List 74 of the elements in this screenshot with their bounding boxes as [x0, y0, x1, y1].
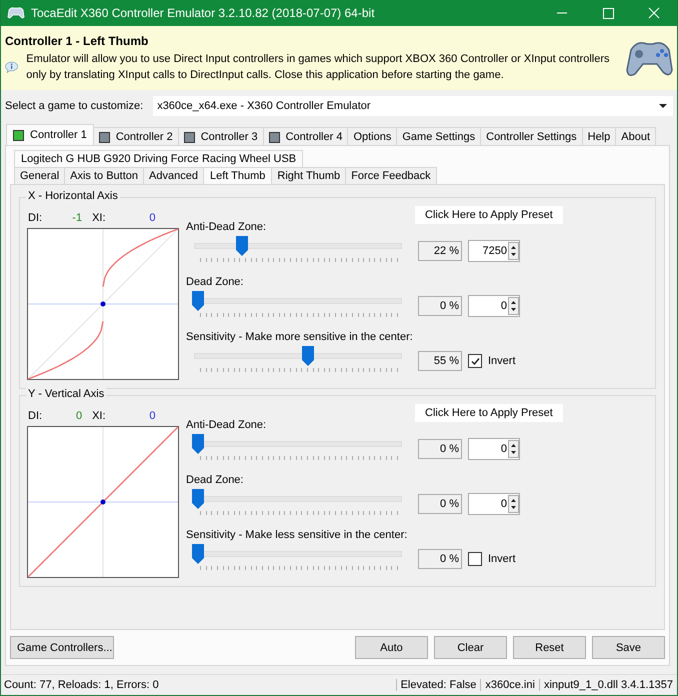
settings-tab[interactable]: Advanced [143, 167, 204, 184]
apply-preset-button[interactable]: Click Here to Apply Preset [415, 404, 563, 422]
slider-label: Sensitivity - Make more sensitive in the center: [186, 330, 413, 343]
header-message: Emulator will allow you to use Direct Input controllers in games which support XBOX 360 Controller or XInput controllers only by translating XInput calls to DirectInput calls. Close this application before starting the game. [26, 52, 610, 83]
di-value: -1 [71, 212, 82, 226]
status-section: xinput9_1_0.dll 3.4.1.1357 [538, 679, 677, 691]
invert-label: Invert [488, 553, 516, 566]
action-button[interactable]: Auto [355, 636, 428, 659]
slider-label: Dead Zone: [186, 472, 244, 486]
apply-preset-button[interactable]: Click Here to Apply Preset [415, 206, 563, 224]
slider-label: Anti-Dead Zone: [186, 220, 266, 233]
invert-checkbox[interactable] [468, 552, 482, 566]
slider-thumb[interactable] [192, 291, 204, 312]
value-spinner[interactable]: 0 [468, 295, 520, 318]
spinner-arrows-icon [508, 297, 519, 316]
di-value: 0 [74, 410, 82, 424]
settings-tab[interactable]: General [14, 167, 66, 184]
xi-label: XI: [92, 212, 106, 226]
game-select-label: Select a game to customize: [5, 100, 144, 112]
xi-value: 0 [148, 410, 156, 424]
controller-tab[interactable]: Controller 3 [178, 127, 264, 145]
controller-tab[interactable]: About [615, 127, 656, 145]
action-button[interactable]: Clear [434, 636, 507, 659]
slider-thumb[interactable] [192, 489, 204, 510]
settings-tab[interactable]: Axis to Button [64, 167, 144, 184]
slider-thumb[interactable] [192, 544, 204, 564]
controller-tab[interactable]: Options [347, 127, 398, 145]
slider-label: Dead Zone: [186, 274, 244, 288]
status-section: Elevated: False [396, 679, 480, 691]
percent-field: 22 % [418, 241, 462, 262]
device-tab[interactable]: Logitech G HUB G920 Driving Force Racing Wheel USB [14, 150, 304, 167]
game-controllers-button[interactable]: Game Controllers... [10, 636, 114, 659]
slider-thumb[interactable] [236, 236, 248, 256]
gamepad-icon [7, 6, 25, 20]
percent-field: 0 % [418, 494, 462, 514]
caret-icon [659, 104, 667, 108]
value-spinner[interactable]: 0 [468, 438, 520, 460]
spinner-arrows-icon [508, 495, 519, 514]
controller-tab[interactable]: Game Settings [396, 127, 482, 145]
value-spinner[interactable]: 0 [468, 493, 520, 516]
settings-tab[interactable]: Force Feedback [345, 167, 437, 184]
percent-field: 0 % [418, 296, 462, 316]
di-label: DI: [28, 410, 42, 424]
controller-tab[interactable]: Controller 4 [262, 127, 348, 145]
status-section: x360ce.ini [480, 679, 539, 691]
controller-tab[interactable]: Controller 2 [92, 127, 179, 145]
value-spinner[interactable]: 7250 [468, 240, 520, 262]
invert-label: Invert [488, 355, 516, 368]
spinner-arrows-icon [508, 440, 519, 458]
di-label: DI: [28, 212, 42, 226]
window-title: TocaEdit X360 Controller Emulator 3.2.10.82 (2018-07-07) 64-bit [31, 6, 376, 20]
game-select-dropdown[interactable]: x360ce_x64.exe - X360 Controller Emulator [153, 96, 673, 116]
slider-label: Sensitivity - Make less sensitive in the center: [186, 528, 408, 541]
controller-tab[interactable]: Help [582, 127, 616, 145]
slider-label: Anti-Dead Zone: [186, 418, 266, 431]
percent-field: 0 % [418, 439, 462, 460]
spinner-arrows-icon [508, 242, 519, 260]
xi-value: 0 [148, 212, 156, 226]
status-text: Count: 77, Reloads: 1, Errors: 0 [3, 679, 160, 691]
controller-tab[interactable]: Controller 1 [6, 124, 94, 145]
header-title: Controller 1 - Left Thumb [5, 34, 150, 48]
slider-thumb[interactable] [302, 346, 314, 366]
action-button[interactable]: Reset [513, 636, 586, 659]
percent-field: 55 % [418, 351, 462, 372]
settings-tab[interactable]: Right Thumb [271, 167, 346, 184]
invert-checkbox[interactable] [468, 354, 482, 368]
xi-label: XI: [92, 410, 106, 424]
percent-field: 0 % [418, 549, 462, 570]
slider-thumb[interactable] [192, 434, 204, 454]
checkmark-icon [470, 356, 480, 367]
action-button[interactable]: Save [592, 636, 665, 659]
controller-tab[interactable]: Controller Settings [480, 127, 583, 145]
group-title: X - Horizontal Axis [26, 190, 120, 202]
group-title: Y - Vertical Axis [26, 388, 106, 400]
